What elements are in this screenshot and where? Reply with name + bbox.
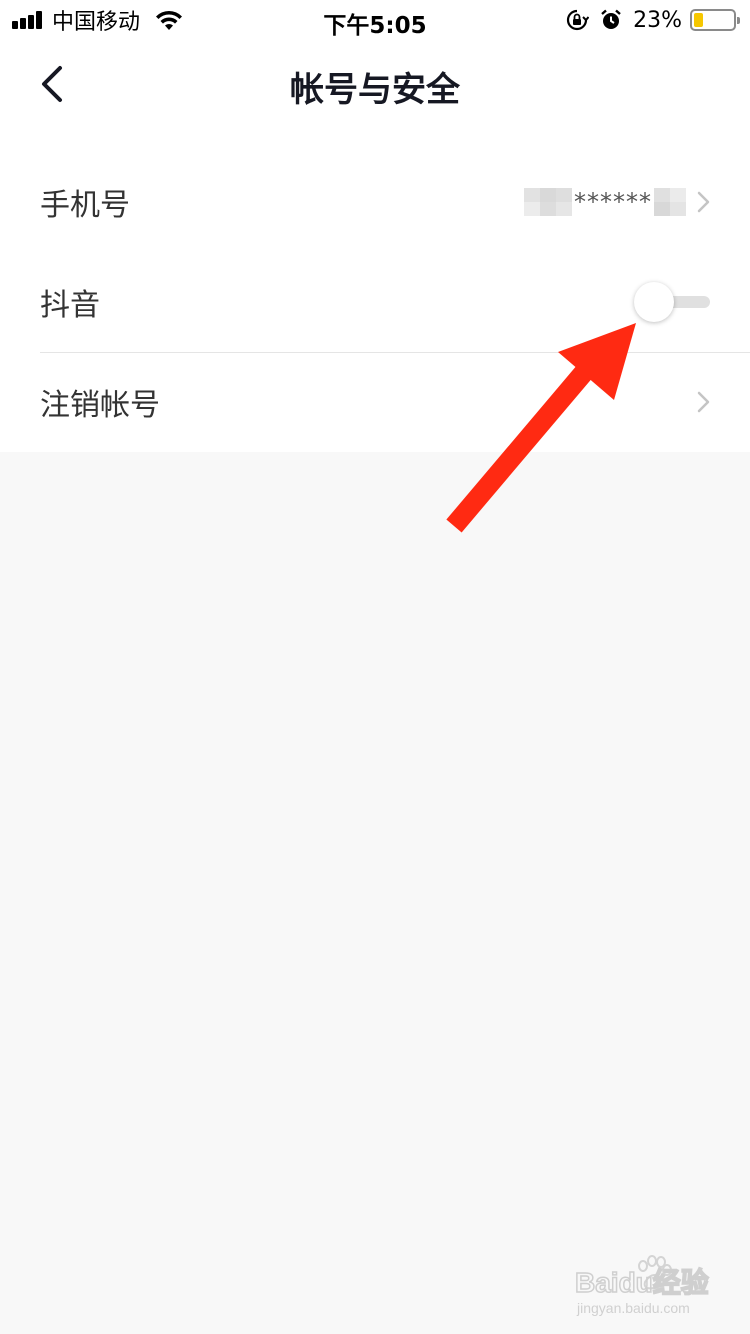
nav-header: 帐号与安全 — [0, 40, 750, 130]
alarm-icon — [601, 9, 621, 29]
watermark-url: jingyan.baidu.com — [576, 1300, 690, 1316]
baidu-watermark: Baidu经验 jingyan.baidu.com — [575, 1255, 710, 1316]
status-bar: 中国移动 下午5:05 23% — [0, 0, 750, 40]
cancel-account-row[interactable]: 注销帐号 — [0, 352, 750, 452]
battery-level-fill — [694, 13, 703, 27]
battery-icon — [690, 9, 740, 31]
page-title: 帐号与安全 — [290, 70, 460, 110]
battery-percent: 23% — [633, 7, 682, 33]
phone-number-value: ****** — [524, 186, 686, 218]
toggle-knob — [634, 282, 674, 322]
pixelated-mask — [654, 188, 686, 216]
rotation-lock-icon — [567, 9, 590, 31]
douyin-label: 抖音 — [40, 288, 100, 323]
cancel-account-label: 注销帐号 — [40, 388, 160, 423]
pixelated-mask — [524, 188, 572, 216]
settings-list: 手机号 ****** 抖音 注销帐号 — [0, 130, 750, 452]
status-bar-right: 23% — [565, 6, 740, 34]
chevron-right-icon — [697, 391, 710, 413]
chevron-right-icon — [697, 191, 710, 213]
watermark-brand: Baidu经验 — [575, 1266, 709, 1298]
phone-number-masked: ****** — [574, 188, 652, 216]
phone-number-row[interactable]: 手机号 ****** — [0, 152, 750, 252]
douyin-row: 抖音 — [0, 252, 750, 352]
douyin-toggle[interactable] — [634, 282, 710, 322]
phone-number-label: 手机号 — [40, 188, 130, 223]
